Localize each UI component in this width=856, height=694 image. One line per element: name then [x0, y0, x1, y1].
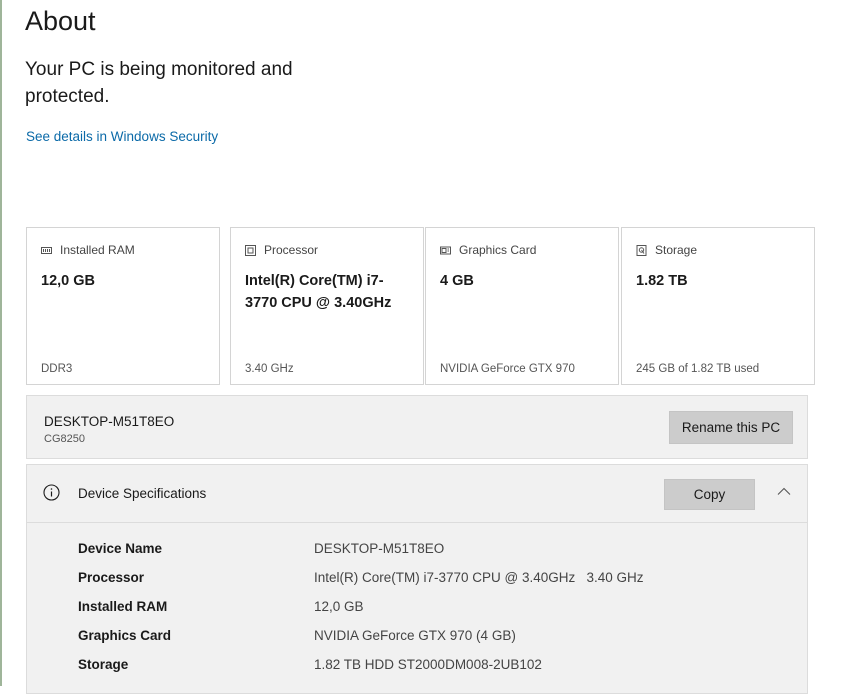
spec-value: NVIDIA GeForce GTX 970 (4 GB): [314, 628, 516, 643]
spec-value: Intel(R) Core(TM) i7-3770 CPU @ 3.40GHz …: [314, 570, 644, 585]
card-storage: Storage 1.82 TB 245 GB of 1.82 TB used: [621, 227, 815, 385]
spec-value: 12,0 GB: [314, 599, 364, 614]
card-label: Graphics Card: [459, 243, 537, 257]
rename-pc-button[interactable]: Rename this PC: [669, 411, 793, 444]
spec-label: Storage: [78, 657, 129, 672]
card-subtext: 245 GB of 1.82 TB used: [636, 363, 760, 375]
card-subtext: 3.40 GHz: [245, 363, 294, 375]
spec-row-storage: Storage 1.82 TB HDD ST2000DM008-2UB102: [27, 657, 807, 686]
spec-row-graphics-card: Graphics Card NVIDIA GeForce GTX 970 (4 …: [27, 628, 807, 657]
spec-row-installed-ram: Installed RAM 12,0 GB: [27, 599, 807, 628]
copy-button[interactable]: Copy: [664, 479, 755, 510]
hardware-summary-cards: Installed RAM 12,0 GB DDR3 Processor Int…: [26, 227, 815, 387]
card-header: Storage: [636, 243, 697, 257]
spec-label: Processor: [78, 570, 145, 585]
windows-security-link[interactable]: See details in Windows Security: [26, 129, 218, 144]
device-specifications-panel: Device Specifications Copy Device Name D…: [26, 464, 808, 694]
card-subtext: DDR3: [41, 363, 73, 375]
spec-label: Installed RAM: [78, 599, 168, 614]
processor-icon: [245, 244, 256, 256]
spec-row-processor: Processor Intel(R) Core(TM) i7-3770 CPU …: [27, 570, 807, 599]
ram-icon: [41, 246, 52, 254]
card-value: 12,0 GB: [41, 273, 95, 289]
card-subtext: NVIDIA GeForce GTX 970: [440, 363, 575, 375]
spec-label: Device Name: [78, 541, 163, 556]
pc-name: DESKTOP-M51T8EO: [44, 414, 175, 429]
card-header: Graphics Card: [440, 243, 536, 257]
storage-icon: [636, 244, 647, 256]
device-specifications-header[interactable]: Device Specifications Copy: [27, 465, 807, 523]
card-installed-ram: Installed RAM 12,0 GB DDR3: [26, 227, 220, 385]
window-left-border: [0, 0, 2, 686]
card-label: Processor: [264, 243, 319, 257]
card-header: Processor: [245, 243, 318, 257]
spec-value: 1.82 TB HDD ST2000DM008-2UB102: [314, 657, 542, 672]
card-graphics: Graphics Card 4 GB NVIDIA GeForce GTX 97…: [425, 227, 619, 385]
spec-label: Graphics Card: [78, 628, 172, 643]
spec-row-device-name: Device Name DESKTOP-M51T8EO: [27, 541, 807, 570]
device-specifications-list: Device Name DESKTOP-M51T8EO Processor In…: [27, 541, 807, 686]
device-specifications-title: Device Specifications: [78, 486, 207, 501]
card-value: Intel(R) Core(TM) i7-3770 CPU @ 3.40GHz: [245, 273, 392, 311]
chevron-up-icon[interactable]: [775, 483, 793, 501]
pc-name-bar: DESKTOP-M51T8EO CG8250 Rename this PC: [26, 395, 808, 459]
info-icon: [43, 484, 60, 501]
spec-value: DESKTOP-M51T8EO: [314, 541, 445, 556]
graphics-card-icon: [440, 246, 451, 254]
card-value: 1.82 TB: [636, 273, 688, 289]
card-processor: Processor Intel(R) Core(TM) i7-3770 CPU …: [230, 227, 424, 385]
pc-model: CG8250: [44, 433, 85, 445]
card-label: Storage: [655, 243, 698, 257]
page-title: About: [25, 6, 96, 36]
card-label: Installed RAM: [60, 243, 135, 257]
card-header: Installed RAM: [41, 243, 135, 257]
card-value: 4 GB: [440, 273, 474, 289]
security-status-message: Your PC is being monitored and protected…: [25, 59, 293, 107]
